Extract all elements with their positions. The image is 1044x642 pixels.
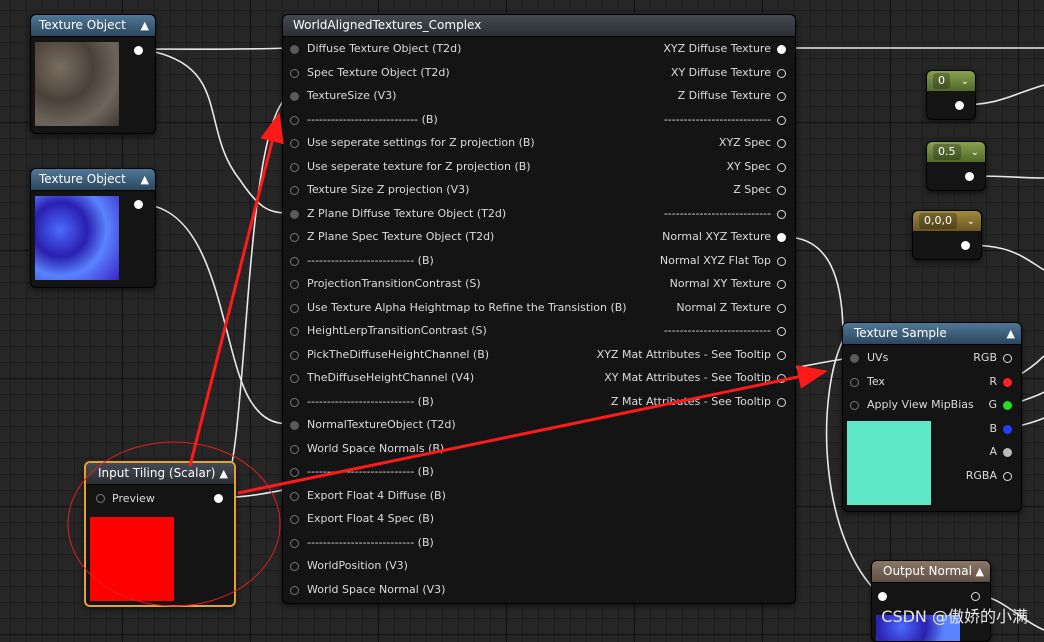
watermark: CSDN @傲娇的小满 bbox=[881, 607, 1028, 626]
annotation-layer bbox=[67, 112, 828, 607]
annotation-arrow bbox=[237, 365, 828, 495]
annotation-arrow bbox=[188, 112, 284, 467]
annotation-circle bbox=[67, 441, 281, 607]
